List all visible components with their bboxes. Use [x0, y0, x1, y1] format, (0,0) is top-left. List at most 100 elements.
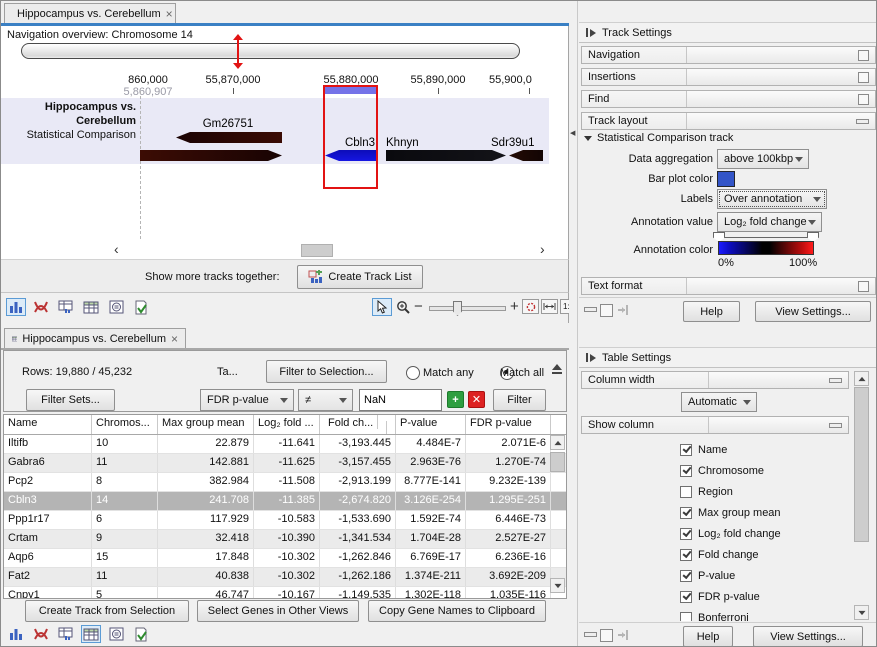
document-check-icon[interactable] [131, 298, 151, 316]
minimize-panel-icon[interactable] [584, 307, 597, 312]
tab-table-view[interactable]: Hippocampus vs. Cerebellum × [4, 328, 186, 348]
table-row[interactable]: Aqp61517.848-10.302-1,262.8466.769E-176.… [4, 549, 566, 568]
match-any-radio[interactable] [406, 366, 420, 380]
table-row[interactable]: Fat21140.838-10.302-1,262.1861.374E-2113… [4, 568, 566, 587]
checkbox-checked-icon[interactable] [680, 528, 692, 540]
table-row[interactable]: Ppp1r176117.929-10.583-1,533.6901.592E-7… [4, 511, 566, 530]
checkbox-checked-icon[interactable] [680, 444, 692, 456]
filter-operator-select[interactable]: ≠ [298, 389, 353, 411]
dock-panel-icon[interactable] [617, 304, 629, 316]
filter-column-select[interactable]: FDR p-value [200, 389, 294, 411]
table-view-icon[interactable] [81, 298, 101, 316]
chromosome-overview[interactable] [21, 43, 520, 59]
minimize-panel-icon[interactable] [584, 632, 597, 637]
data-aggregation-select[interactable]: above 100kbp [717, 149, 809, 169]
filter-sets-button[interactable]: Filter Sets... [26, 389, 115, 411]
track-settings-header[interactable]: Track Settings [579, 22, 877, 43]
expand-section-icon[interactable] [858, 50, 869, 61]
fit-width-icon[interactable] [541, 299, 558, 314]
show-column-item[interactable]: Log₂ fold change [680, 523, 845, 544]
checkbox-checked-icon[interactable] [680, 570, 692, 582]
vertical-splitter[interactable] [569, 326, 578, 647]
table-chart-view-icon[interactable] [56, 298, 76, 316]
collapse-section-icon[interactable] [829, 378, 842, 383]
create-track-from-selection-button[interactable]: Create Track from Selection [25, 600, 189, 622]
overview-position-marker[interactable] [237, 37, 239, 64]
section-track-layout[interactable]: Track layout [581, 112, 876, 130]
table-row[interactable]: Gabra611142.881-11.625-3,157.4552.963E-7… [4, 454, 566, 473]
zoom-slider-track[interactable] [429, 306, 506, 311]
show-column-item[interactable]: FDR p-value [680, 586, 845, 607]
remove-filter-button[interactable]: ✕ [468, 391, 485, 408]
table-row[interactable]: Pcp28382.984-11.508-2,913.1998.777E-1419… [4, 473, 566, 492]
help-button[interactable]: Help [683, 301, 740, 322]
table-view-icon[interactable] [81, 625, 101, 643]
checkbox-checked-icon[interactable] [680, 591, 692, 603]
collapse-section-icon[interactable] [829, 423, 842, 428]
bar-plot-color-swatch[interactable] [717, 171, 735, 187]
view-settings-button[interactable]: View Settings... [755, 301, 871, 322]
checkbox-checked-icon[interactable] [680, 507, 692, 519]
document-check-icon[interactable] [131, 625, 151, 643]
venn-diagram-icon[interactable] [106, 625, 126, 643]
section-find[interactable]: Find [581, 90, 876, 108]
table-row[interactable]: Crtam932.418-10.390-1,341.5341.704E-282.… [4, 530, 566, 549]
checkbox-checked-icon[interactable] [680, 465, 692, 477]
annotation-color-gradient[interactable] [718, 241, 814, 255]
copy-gene-names-button[interactable]: Copy Gene Names to Clipboard [368, 600, 546, 622]
show-column-item[interactable]: Name [680, 439, 845, 460]
filter-value-input[interactable] [359, 389, 442, 411]
zoom-in-icon[interactable]: + [510, 300, 519, 313]
show-column-item[interactable]: Region [680, 481, 845, 502]
column-header[interactable]: FDR p-value [466, 415, 551, 434]
scroll-right-icon[interactable]: › [540, 243, 545, 255]
column-header[interactable]: Max group mean [158, 415, 254, 434]
column-header[interactable]: P-value [396, 415, 466, 434]
filter-button[interactable]: Filter [493, 389, 546, 411]
dock-panel-icon[interactable] [617, 629, 629, 641]
view-settings-button[interactable]: View Settings... [753, 626, 863, 647]
collapse-panel-icon[interactable]: ◀ [570, 129, 575, 137]
column-header[interactable]: Chromos... [92, 415, 158, 434]
zoom-selection-icon[interactable] [522, 299, 539, 314]
filter-to-selection-button[interactable]: Filter to Selection... [266, 360, 387, 383]
selection-rectangle[interactable] [323, 85, 378, 189]
column-width-select[interactable]: Automatic [681, 392, 757, 412]
zoom-out-icon[interactable]: − [414, 301, 423, 313]
v-scrollbar-thumb[interactable] [854, 387, 869, 542]
table-row[interactable]: Iltifb1022.879-11.641-3,193.4454.484E-72… [4, 435, 566, 454]
section-show-column[interactable]: Show column [581, 416, 849, 434]
table-row[interactable]: Cbln314241.708-11.385-2,674.8203.126E-25… [4, 492, 566, 511]
show-column-item[interactable]: Chromosome [680, 460, 845, 481]
restore-panel-icon[interactable] [600, 629, 613, 642]
column-header[interactable]: Log₂ fold ... [254, 415, 320, 434]
gene-arrow-unlabeled[interactable] [140, 150, 282, 161]
volcano-plot-icon[interactable] [31, 625, 51, 643]
show-column-item[interactable]: Max group mean [680, 502, 845, 523]
collapse-filter-icon[interactable] [552, 364, 562, 374]
show-column-item[interactable]: Fold change [680, 544, 845, 565]
section-navigation[interactable]: Navigation [581, 46, 876, 64]
annotation-value-select[interactable]: Log₂ fold change [717, 212, 822, 232]
close-icon[interactable]: × [171, 334, 178, 344]
tab-track-view[interactable]: Hippocampus vs. Cerebellum × [4, 3, 176, 23]
scroll-up-icon[interactable] [854, 371, 869, 386]
column-header-sorted[interactable]: Fold ch... [320, 415, 396, 434]
column-header[interactable]: Name [4, 415, 92, 434]
restore-panel-icon[interactable] [600, 304, 613, 317]
checkbox-checked-icon[interactable] [680, 549, 692, 561]
venn-diagram-icon[interactable] [106, 298, 126, 316]
labels-select[interactable]: Over annotation [717, 189, 827, 209]
scroll-up-icon[interactable] [550, 435, 565, 450]
help-button[interactable]: Help [683, 626, 733, 647]
zoom-slider-thumb[interactable] [453, 301, 462, 316]
gene-arrow-gm26751[interactable] [176, 132, 282, 143]
volcano-plot-icon[interactable] [31, 298, 51, 316]
show-column-item[interactable]: Bonferroni [680, 607, 845, 621]
collapse-section-icon[interactable] [856, 119, 869, 124]
v-scrollbar-thumb[interactable] [550, 452, 565, 472]
close-icon[interactable]: × [166, 9, 173, 19]
section-column-width[interactable]: Column width [581, 371, 849, 389]
track-view-icon[interactable] [6, 298, 26, 316]
expand-section-icon[interactable] [858, 94, 869, 105]
